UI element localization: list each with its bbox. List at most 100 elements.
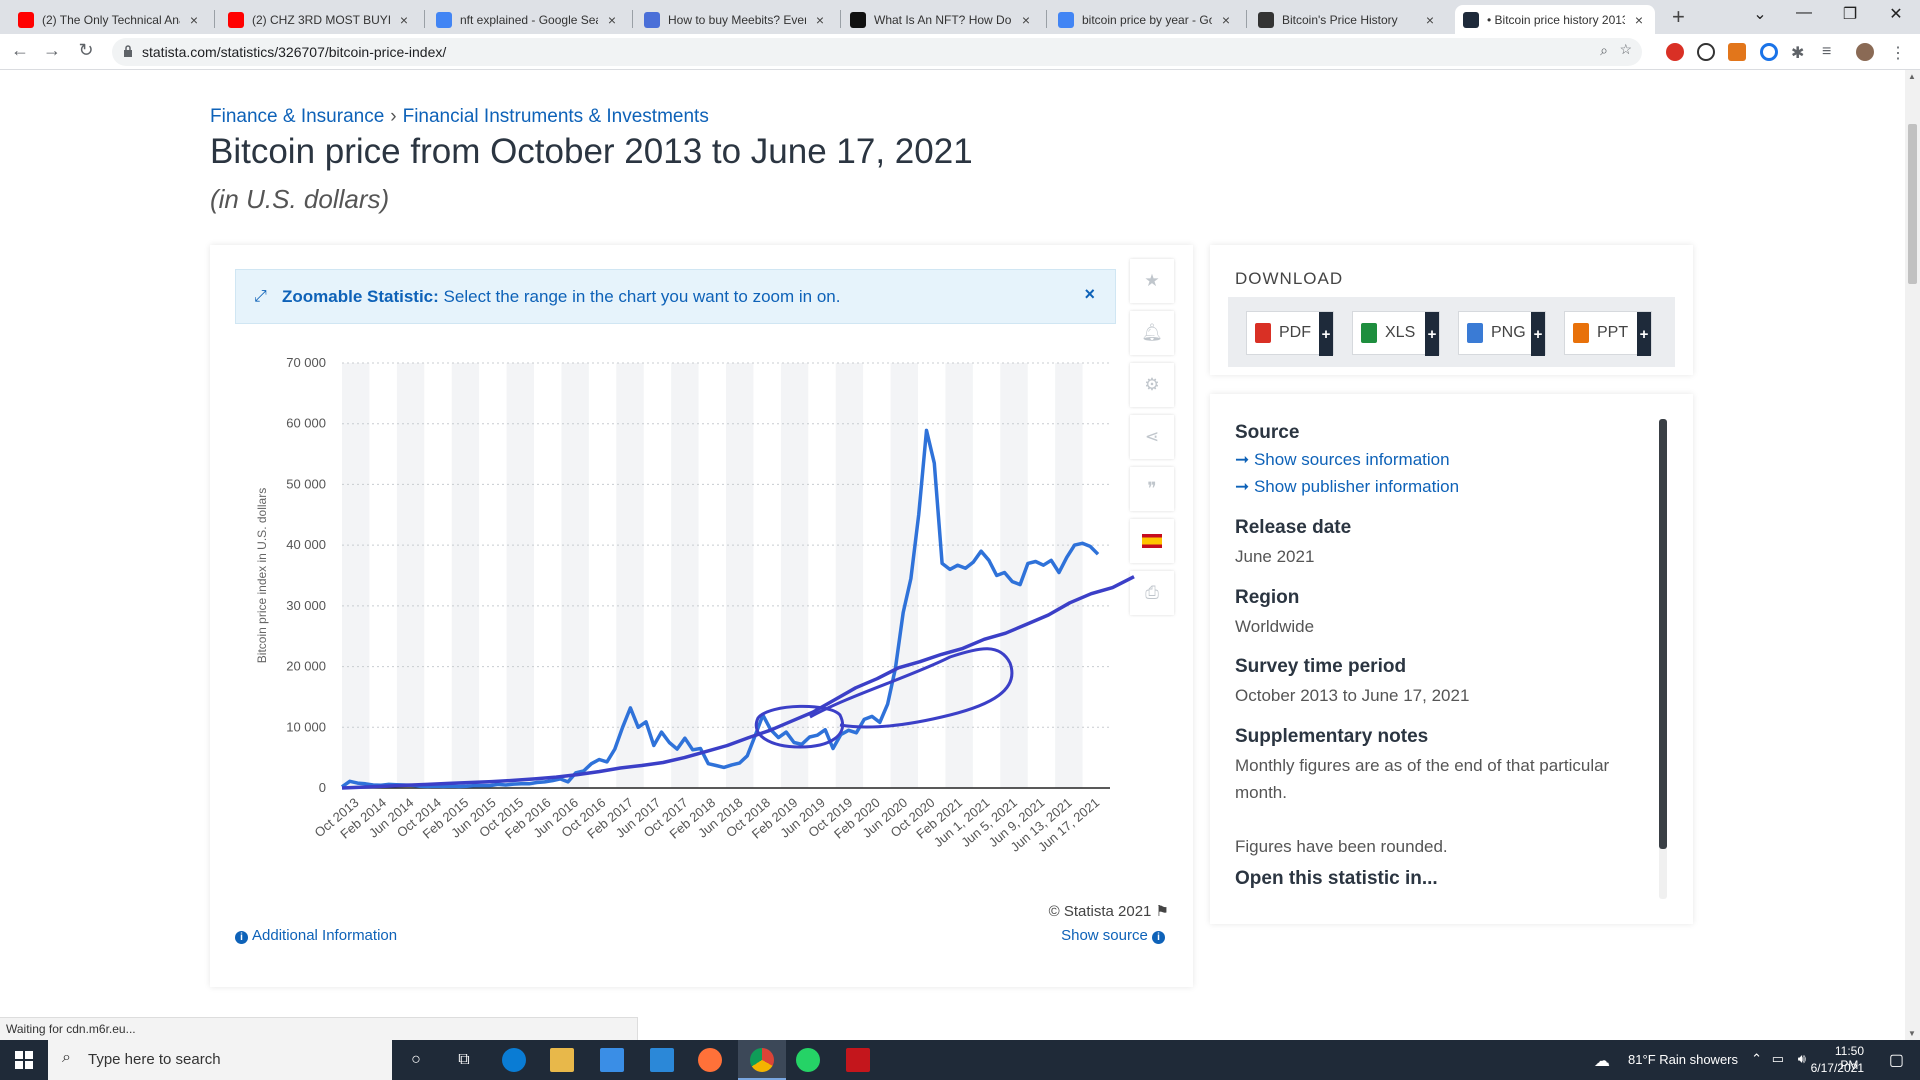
download-xls-button[interactable]: XLS + bbox=[1352, 311, 1440, 356]
file-explorer-icon[interactable] bbox=[550, 1048, 574, 1072]
tab-separator bbox=[1046, 10, 1047, 28]
weather-text[interactable]: 81°F Rain showers bbox=[1628, 1052, 1738, 1067]
download-buttons: PDF + XLS + PNG + PPT + bbox=[1228, 297, 1675, 367]
download-pdf-button[interactable]: PDF + bbox=[1246, 311, 1334, 356]
minimize-button[interactable]: — bbox=[1784, 4, 1824, 22]
download-png-label: PNG bbox=[1491, 324, 1526, 341]
release-date-heading: Release date bbox=[1235, 517, 1352, 538]
browser-tab[interactable]: (2) CHZ 3RD MOST BUYING × bbox=[220, 5, 420, 34]
y-tick-label: 40 000 bbox=[286, 537, 326, 552]
zoom-banner-label: Zoomable Statistic: bbox=[282, 287, 439, 306]
extension-adblock-icon[interactable] bbox=[1666, 43, 1684, 61]
reload-button[interactable]: ↻ bbox=[74, 40, 98, 61]
close-tab-icon[interactable]: × bbox=[812, 12, 828, 28]
close-tab-icon[interactable]: × bbox=[1631, 12, 1647, 28]
whatsapp-icon[interactable] bbox=[796, 1048, 820, 1072]
extension-circle-icon[interactable] bbox=[1697, 43, 1715, 61]
browser-tab[interactable]: What Is An NFT? How Do I × bbox=[842, 5, 1042, 34]
plus-icon: + bbox=[1425, 312, 1439, 356]
start-button[interactable] bbox=[0, 1040, 48, 1080]
region-value: Worldwide bbox=[1235, 617, 1315, 636]
browser-tab[interactable]: How to buy Meebits? Every × bbox=[636, 5, 836, 34]
tray-chevron-icon[interactable]: ⌃ bbox=[1751, 1051, 1762, 1067]
back-button[interactable]: ← bbox=[8, 40, 32, 61]
search-icon: ⌕ bbox=[62, 1049, 71, 1066]
close-tab-icon[interactable]: × bbox=[1422, 12, 1438, 28]
show-sources-link[interactable]: ➞ Show sources information bbox=[1235, 450, 1450, 470]
status-bar: Waiting for cdn.m6r.eu... bbox=[0, 1017, 638, 1040]
close-tab-icon[interactable]: × bbox=[1218, 12, 1234, 28]
close-window-button[interactable]: ✕ bbox=[1876, 4, 1916, 24]
browser-tab[interactable]: • Bitcoin price history 2013 × bbox=[1455, 5, 1655, 34]
address-bar[interactable]: statista.com/statistics/326707/bitcoin-p… bbox=[112, 38, 1642, 66]
extension-blue-icon[interactable] bbox=[1760, 43, 1778, 61]
breadcrumb-finance[interactable]: Finance & Insurance bbox=[210, 106, 384, 127]
browser-tab[interactable]: bitcoin price by year - Goo × bbox=[1050, 5, 1242, 34]
store-icon[interactable] bbox=[600, 1048, 624, 1072]
tab-title: • Bitcoin price history 2013 bbox=[1487, 12, 1625, 27]
acrobat-icon[interactable] bbox=[846, 1048, 870, 1072]
open-statistic-in-link[interactable]: Open this statistic in... bbox=[1235, 868, 1438, 890]
browser-menu-icon[interactable]: ⋮ bbox=[1890, 43, 1908, 62]
edge-icon[interactable] bbox=[502, 1048, 526, 1072]
taskbar-search[interactable]: ⌕ Type here to search bbox=[48, 1040, 392, 1080]
xls-file-icon bbox=[1361, 323, 1377, 343]
browser-tab[interactable]: Bitcoin's Price History × bbox=[1250, 5, 1446, 34]
profile-avatar[interactable] bbox=[1856, 43, 1874, 61]
browser-tab[interactable]: (2) The Only Technical Anal × bbox=[10, 5, 210, 34]
show-publisher-link[interactable]: ➞ Show publisher information bbox=[1235, 477, 1459, 497]
y-tick-label: 30 000 bbox=[286, 598, 326, 613]
cortana-icon[interactable]: ○ bbox=[404, 1048, 428, 1072]
notifications-icon[interactable]: ▢ bbox=[1889, 1050, 1904, 1070]
youtube-icon bbox=[228, 11, 244, 28]
close-tab-icon[interactable]: × bbox=[604, 12, 620, 28]
download-png-button[interactable]: PNG + bbox=[1458, 311, 1546, 356]
forward-button[interactable]: → bbox=[40, 40, 64, 61]
weather-icon[interactable]: ☁ bbox=[1594, 1051, 1610, 1071]
download-title: DOWNLOAD bbox=[1235, 269, 1344, 288]
zoom-icon[interactable]: ⌕ bbox=[1600, 42, 1608, 59]
page-scrollbar[interactable]: ▲ ▼ bbox=[1905, 70, 1920, 1040]
close-banner-button[interactable]: × bbox=[1084, 284, 1095, 305]
metamask-icon[interactable] bbox=[1728, 43, 1746, 61]
bookmark-star-icon[interactable]: ☆ bbox=[1619, 41, 1632, 58]
chart-stripe bbox=[342, 363, 370, 788]
tab-separator bbox=[424, 10, 425, 28]
network-icon[interactable]: ▭ bbox=[1772, 1051, 1784, 1067]
y-tick-label: 10 000 bbox=[286, 719, 326, 734]
scroll-down-icon[interactable]: ▼ bbox=[1908, 1029, 1916, 1038]
youtube-icon bbox=[18, 11, 34, 28]
close-tab-icon[interactable]: × bbox=[396, 12, 412, 28]
new-tab-button[interactable]: + bbox=[1672, 4, 1685, 30]
extensions-puzzle-icon[interactable]: ✱ bbox=[1791, 43, 1809, 62]
favorite-star-icon[interactable]: ★ bbox=[1130, 259, 1174, 303]
show-publisher-label: Show publisher information bbox=[1253, 477, 1460, 496]
volume-icon[interactable]: 🔊︎ bbox=[1798, 1051, 1806, 1067]
pdf-file-icon bbox=[1255, 323, 1271, 343]
chart-stripe bbox=[671, 363, 699, 788]
task-view-icon[interactable]: ⧉ bbox=[452, 1048, 476, 1072]
browser-tab[interactable]: nft explained - Google Sea × bbox=[428, 5, 628, 34]
info-scrollbar[interactable] bbox=[1659, 419, 1667, 849]
clock-date[interactable]: 6/17/2021 bbox=[1811, 1061, 1864, 1075]
close-tab-icon[interactable]: × bbox=[186, 12, 202, 28]
y-axis-label: Bitcoin price index in U.S. dollars bbox=[255, 488, 269, 663]
mail-icon[interactable] bbox=[650, 1048, 674, 1072]
page-scroll-thumb[interactable] bbox=[1908, 124, 1917, 284]
download-ppt-button[interactable]: PPT + bbox=[1564, 311, 1652, 356]
download-card: DOWNLOAD PDF + XLS + PNG + PPT + bbox=[1210, 245, 1693, 375]
bitcoin-price-chart[interactable]: 0 10 000 20 000 30 000 40 000 50 000 60 000 70 … bbox=[210, 325, 1140, 885]
show-source-link[interactable]: Show source i bbox=[1061, 927, 1169, 944]
flag-icon[interactable]: ⚑ bbox=[1156, 903, 1169, 920]
close-tab-icon[interactable]: × bbox=[1018, 12, 1034, 28]
chrome-taskbar-button[interactable] bbox=[738, 1040, 786, 1080]
scroll-up-icon[interactable]: ▲ bbox=[1908, 72, 1916, 81]
reading-list-icon[interactable]: ≡ bbox=[1822, 43, 1840, 61]
notes-line-1: Monthly figures are as of the end of tha… bbox=[1235, 756, 1610, 775]
breadcrumb-instruments[interactable]: Financial Instruments & Investments bbox=[403, 106, 709, 127]
tab-search-icon[interactable]: ⌄ bbox=[1740, 4, 1780, 24]
taskbar-search-placeholder: Type here to search bbox=[88, 1051, 221, 1068]
firefox-icon[interactable] bbox=[698, 1048, 722, 1072]
additional-information-link[interactable]: i Additional Information bbox=[235, 927, 397, 944]
restore-button[interactable]: ❐ bbox=[1830, 4, 1870, 24]
